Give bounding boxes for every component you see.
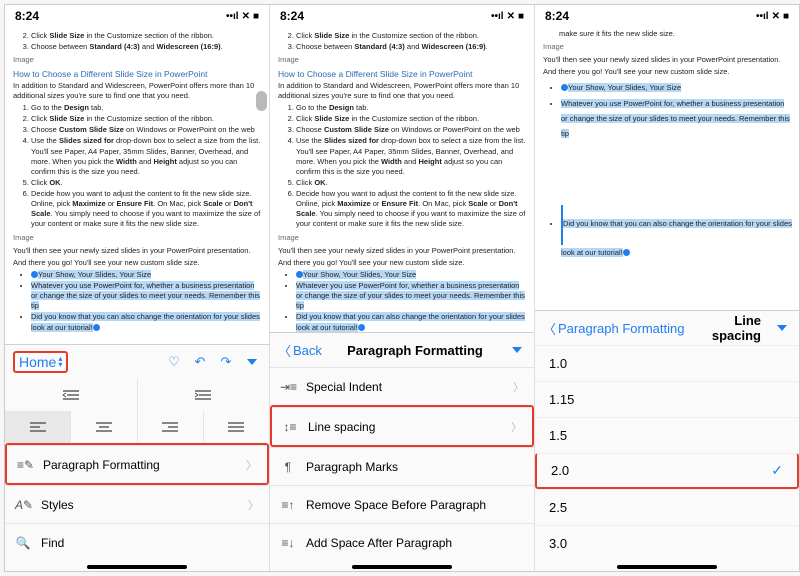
- image-label: Image: [13, 55, 263, 65]
- selected-list: Your Show, Your Slides, Your Size Whatev…: [13, 270, 263, 333]
- document-body: Click Slide Size in the Customize sectio…: [5, 27, 269, 344]
- spacing-option-1-0[interactable]: 1.0: [535, 345, 799, 381]
- status-bar: 8:24 ••ıl✕■: [5, 5, 269, 27]
- document-body: make sure it fits the new slide size. Im…: [535, 27, 799, 310]
- chevron-left-icon: 〈: [543, 319, 556, 338]
- ribbon-collapse-icon[interactable]: [243, 353, 261, 371]
- decrease-indent-button[interactable]: [5, 379, 138, 411]
- line-spacing-row[interactable]: ↕≡ Line spacing 〉: [272, 407, 532, 445]
- document-body: Click Slide Size in the Customize sectio…: [270, 27, 534, 332]
- styles-row[interactable]: A✎ Styles 〉: [5, 485, 269, 523]
- status-bar: 8:24 ••ıl✕■: [535, 5, 799, 27]
- ribbon: Home▴▾ ♡ ↶ ↷ ≡✎ Paragraph Formatting 〉 A…: [5, 344, 269, 571]
- add-space-icon: ≡↓: [280, 536, 296, 550]
- chevron-right-icon: 〉: [246, 457, 257, 473]
- ribbon-collapse-icon[interactable]: [508, 341, 526, 359]
- pane-paragraph-formatting: 8:24 ••ıl✕■ Click Slide Size in the Cust…: [270, 5, 535, 571]
- screenshot-triptych: 8:24 ••ıl✕■ Click Slide Size in the Cust…: [4, 4, 800, 572]
- align-right-button[interactable]: [138, 411, 204, 443]
- selection-end-handle[interactable]: [623, 249, 630, 256]
- battery-icon: ■: [253, 11, 259, 22]
- selected-list: Your Show, Your Slides, Your Size Whatev…: [543, 80, 793, 141]
- lightbulb-icon[interactable]: ♡: [165, 353, 183, 371]
- selected-list-end: Did you know that you can also change th…: [543, 205, 793, 260]
- line-spacing-icon: ↕≡: [282, 420, 298, 434]
- chevron-right-icon: 〉: [248, 497, 259, 513]
- back-button[interactable]: 〈Paragraph Formatting: [543, 319, 684, 338]
- increase-indent-button[interactable]: [138, 379, 270, 411]
- chevron-left-icon: 〈: [278, 341, 291, 360]
- status-bar: 8:24 ••ıl✕■: [270, 5, 534, 27]
- align-justify-button[interactable]: [204, 411, 269, 443]
- spacing-option-1-15[interactable]: 1.15: [535, 381, 799, 417]
- pane-line-spacing: 8:24 ••ıl✕■ make sure it fits the new sl…: [535, 5, 799, 571]
- align-center-button[interactable]: [71, 411, 137, 443]
- home-indicator[interactable]: [352, 565, 452, 569]
- remove-space-before-row[interactable]: ≡↑ Remove Space Before Paragraph: [270, 485, 534, 523]
- undo-icon[interactable]: ↶: [191, 353, 209, 371]
- home-indicator[interactable]: [87, 565, 187, 569]
- pane-home: 8:24 ••ıl✕■ Click Slide Size in the Cust…: [5, 5, 270, 571]
- back-button[interactable]: 〈Back: [278, 341, 322, 360]
- remove-space-icon: ≡↑: [280, 498, 296, 512]
- add-space-after-row[interactable]: ≡↓ Add Space After Paragraph: [270, 523, 534, 561]
- paragraph-formatting-row[interactable]: ≡✎ Paragraph Formatting 〉: [7, 445, 267, 483]
- selected-list: Your Show, Your Slides, Your Size Whatev…: [278, 270, 528, 332]
- redo-icon[interactable]: ↷: [217, 353, 235, 371]
- heading: How to Choose a Different Slide Size in …: [13, 69, 263, 80]
- special-indent-icon: ⇥≡: [280, 380, 296, 394]
- home-indicator[interactable]: [617, 565, 717, 569]
- home-tab-button[interactable]: Home▴▾: [13, 351, 68, 373]
- intro-text: In addition to Standard and Widescreen, …: [13, 81, 263, 101]
- selection-end-handle[interactable]: [93, 324, 100, 331]
- time: 8:24: [15, 9, 39, 23]
- panel-subtitle: Line spacing: [692, 313, 765, 343]
- spacing-option-2-0[interactable]: 2.0✓: [535, 453, 799, 489]
- scroll-thumb[interactable]: [256, 91, 267, 111]
- spacing-option-3-0[interactable]: 3.0: [535, 525, 799, 561]
- selection-start-handle[interactable]: [296, 271, 303, 278]
- indent-row: [5, 379, 269, 411]
- selection-end-handle[interactable]: [358, 324, 365, 331]
- search-icon: 🔍: [15, 536, 31, 550]
- pilcrow-icon: ¶: [280, 460, 296, 474]
- styles-icon: A✎: [15, 498, 31, 512]
- align-left-button[interactable]: [5, 411, 71, 443]
- panel-title: Paragraph Formatting: [330, 343, 500, 358]
- paragraph-marks-row[interactable]: ¶ Paragraph Marks: [270, 447, 534, 485]
- find-row[interactable]: 🔍 Find: [5, 523, 269, 561]
- align-row: [5, 411, 269, 443]
- ribbon-collapse-icon[interactable]: [773, 319, 791, 337]
- paragraph-formatting-icon: ≡✎: [17, 458, 33, 472]
- status-icons: ••ıl✕■: [226, 11, 259, 22]
- spacing-option-2-5[interactable]: 2.5: [535, 489, 799, 525]
- check-icon: ✓: [771, 462, 783, 479]
- selection-start-handle[interactable]: [561, 84, 568, 91]
- selection-start-handle[interactable]: [31, 271, 38, 278]
- spacing-option-1-5[interactable]: 1.5: [535, 417, 799, 453]
- special-indent-row[interactable]: ⇥≡ Special Indent 〉: [270, 367, 534, 405]
